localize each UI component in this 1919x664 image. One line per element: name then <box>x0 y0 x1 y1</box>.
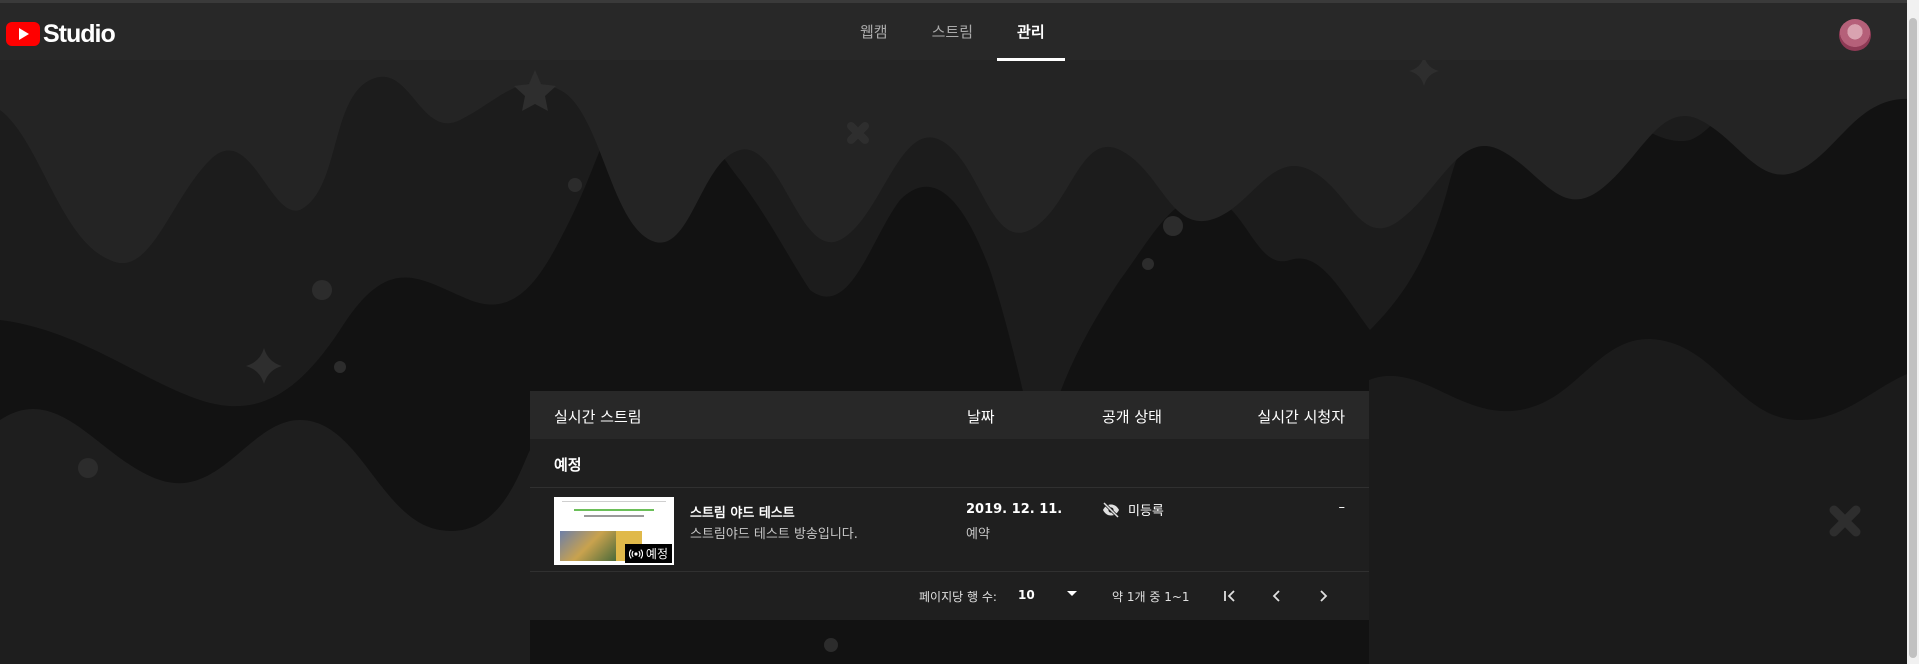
status-badge: 예정 <box>624 544 672 563</box>
stream-date-status: 예약 <box>966 527 990 542</box>
nav-tabs: 웹캠 스트림 관리 <box>840 3 1069 61</box>
live-viewers: – <box>1338 500 1346 515</box>
stream-date: 2019. 12. 11. <box>966 502 1063 517</box>
thumbnail-photo <box>560 531 616 561</box>
avatar[interactable] <box>1839 19 1871 51</box>
stream-description: 스트림야드 테스트 방송입니다. <box>690 527 858 542</box>
first-page-icon[interactable] <box>1218 584 1242 608</box>
tab-manage[interactable]: 관리 <box>997 3 1065 61</box>
scrollbar[interactable] <box>1907 0 1919 664</box>
header-date: 날짜 <box>967 408 995 426</box>
page-range: 약 1개 중 1~1 <box>1112 590 1190 604</box>
table-header: 실시간 스트림 날짜 공개 상태 실시간 시청자 <box>530 391 1369 439</box>
section-label: 예정 <box>554 456 582 474</box>
rows-per-page-select[interactable]: 10 <box>1018 588 1035 602</box>
live-broadcast-icon <box>628 548 643 559</box>
dropdown-arrow-icon[interactable] <box>1066 590 1078 598</box>
next-page-icon[interactable] <box>1311 584 1335 608</box>
studio-logo[interactable]: Studio <box>6 19 116 48</box>
visibility-cell[interactable]: 미등록 <box>1102 500 1164 519</box>
thumbnail-title-line <box>574 509 654 511</box>
header-stream: 실시간 스트림 <box>554 408 642 426</box>
table-pager: 페이지당 행 수: 10 약 1개 중 1~1 <box>530 572 1369 620</box>
scrollbar-thumb[interactable] <box>1909 18 1917 658</box>
logo-text: Studio <box>43 19 116 48</box>
header-viewers: 실시간 시청자 <box>1257 408 1345 426</box>
prev-page-icon[interactable] <box>1265 584 1289 608</box>
thumbnail-title-line <box>584 515 644 517</box>
stream-thumbnail[interactable]: 예정 <box>554 497 674 565</box>
stream-title[interactable]: 스트림 야드 테스트 <box>690 502 795 521</box>
eye-off-icon <box>1102 501 1120 518</box>
visibility-label: 미등록 <box>1128 504 1164 519</box>
top-app-bar: Studio 웹캠 스트림 관리 <box>0 0 1919 61</box>
tab-stream[interactable]: 스트림 <box>912 3 993 60</box>
stream-table-card: 실시간 스트림 날짜 공개 상태 실시간 시청자 예정 예정 스트림 야드 테스… <box>530 391 1369 620</box>
badge-label: 예정 <box>645 547 668 561</box>
youtube-play-icon <box>6 22 40 46</box>
section-upcoming: 예정 <box>530 439 1369 488</box>
rows-per-page-label: 페이지당 행 수: <box>919 590 997 604</box>
tab-webcam[interactable]: 웹캠 <box>840 3 908 60</box>
table-row[interactable]: 예정 스트림 야드 테스트 스트림야드 테스트 방송입니다. 2019. 12.… <box>530 488 1369 572</box>
thumbnail-text-line <box>562 501 666 502</box>
header-visibility: 공개 상태 <box>1102 408 1162 426</box>
